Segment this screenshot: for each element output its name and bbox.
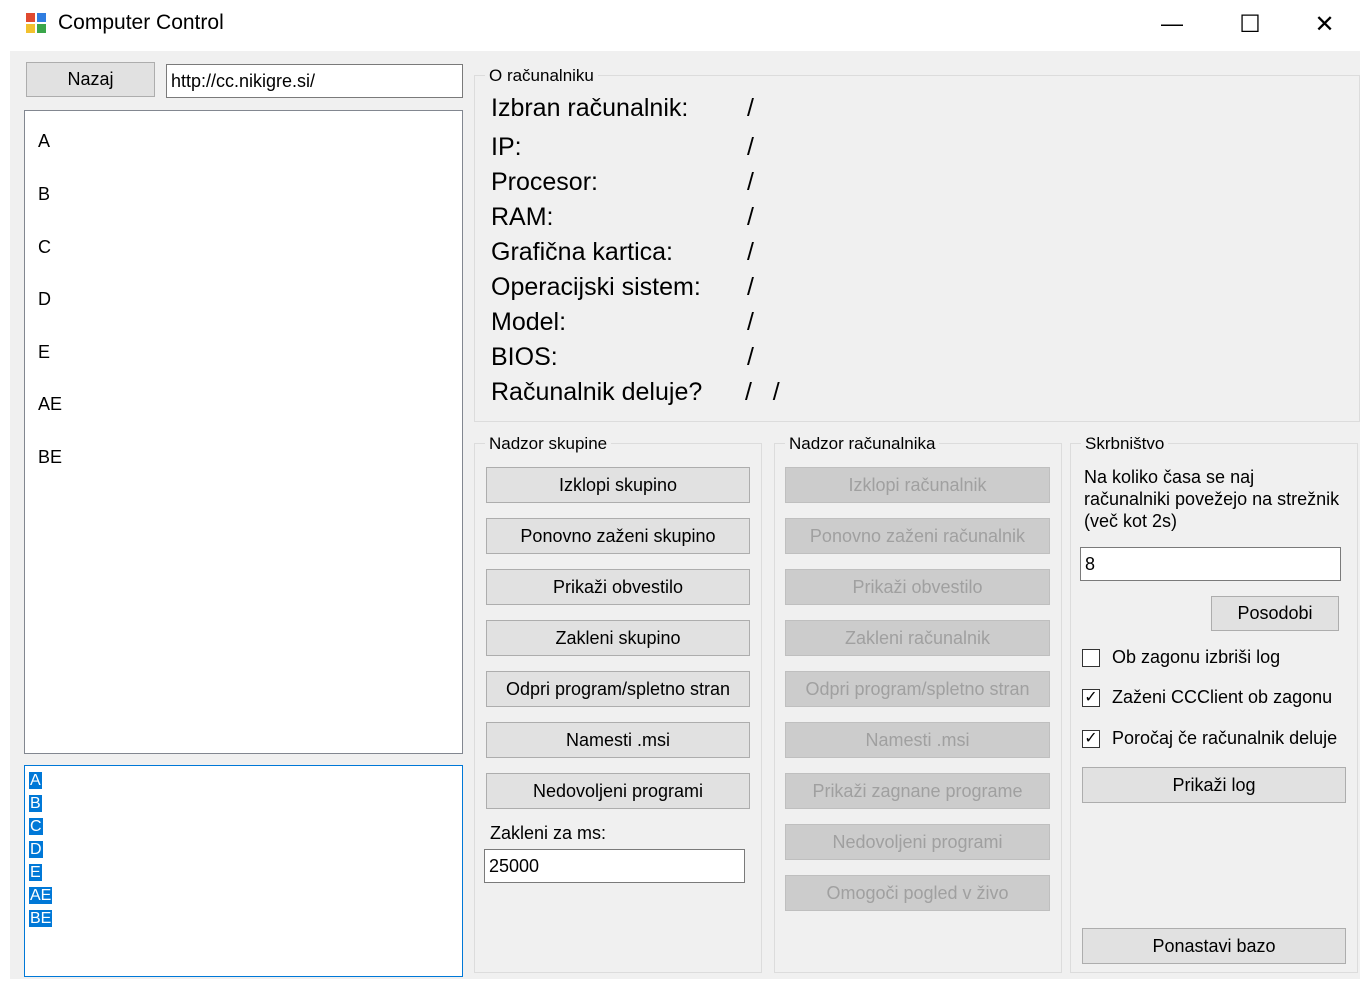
lock-computer-button[interactable]: Zakleni računalnik	[785, 620, 1050, 656]
selected-computer-value: /	[747, 94, 754, 122]
selected-list-item[interactable]: AE	[29, 887, 53, 904]
checkbox-report-status[interactable]: ✓ Poročaj če računalnik deluje	[1082, 728, 1337, 749]
interval-label: Na koliko časa se naj računalniki poveže…	[1084, 467, 1340, 531]
show-running-programs-button[interactable]: Prikaži zagnane programe	[785, 773, 1050, 809]
selected-computers-list[interactable]: A B C D E AE BE	[24, 765, 463, 977]
window-title: Computer Control	[58, 11, 224, 34]
back-button[interactable]: Nazaj	[26, 62, 155, 97]
checkbox-clear-log[interactable]: Ob zagonu izbriši log	[1082, 647, 1280, 668]
selected-list-item[interactable]: A	[29, 772, 42, 789]
list-item[interactable]: BE	[38, 447, 62, 468]
model-label: Model:	[491, 308, 567, 336]
computer-open-program-button[interactable]: Odpri program/spletno stran	[785, 671, 1050, 707]
bios-label: BIOS:	[491, 343, 558, 371]
computer-install-msi-button[interactable]: Namesti .msi	[785, 722, 1050, 758]
checkbox-icon[interactable]: ✓	[1082, 729, 1100, 748]
computer-running-value: / /	[745, 378, 780, 406]
lock-ms-field[interactable]: 25000	[484, 849, 745, 883]
os-label: Operacijski sistem:	[491, 273, 701, 301]
computer-list[interactable]: A B C D E AE BE	[24, 110, 463, 754]
list-item[interactable]: C	[38, 237, 51, 258]
selected-list-item[interactable]: BE	[29, 910, 53, 927]
shutdown-computer-button[interactable]: Izklopi računalnik	[785, 467, 1050, 503]
ip-label: IP:	[491, 133, 522, 161]
group-install-msi-button[interactable]: Namesti .msi	[486, 722, 750, 758]
computer-forbidden-programs-button[interactable]: Nedovoljeni programi	[785, 824, 1050, 860]
checkmark-icon: ✓	[1084, 729, 1098, 747]
checkbox-icon[interactable]: ✓	[1082, 688, 1100, 707]
checkbox-icon[interactable]	[1082, 648, 1100, 667]
model-value: /	[747, 308, 754, 336]
checkbox-label: Poročaj če računalnik deluje	[1112, 728, 1338, 748]
group-forbidden-programs-button[interactable]: Nedovoljeni programi	[486, 773, 750, 809]
app-icon	[26, 13, 46, 33]
lock-ms-label: Zakleni za ms:	[490, 823, 607, 843]
selected-computer-label: Izbran računalnik:	[491, 94, 689, 122]
title-bar: Computer Control — ☐ ✕	[0, 0, 1360, 48]
reset-database-button[interactable]: Ponastavi bazo	[1082, 928, 1346, 964]
group-open-program-button[interactable]: Odpri program/spletno stran	[486, 671, 750, 707]
processor-value: /	[747, 168, 754, 196]
gpu-label: Grafična kartica:	[491, 238, 674, 266]
list-item[interactable]: B	[38, 184, 50, 205]
group-control-title: Nadzor skupine	[485, 434, 612, 454]
group-show-notice-button[interactable]: Prikaži obvestilo	[486, 569, 750, 605]
restart-computer-button[interactable]: Ponovno zaženi računalnik	[785, 518, 1050, 554]
enable-live-view-button[interactable]: Omogoči pogled v živo	[785, 875, 1050, 911]
maximize-icon: ☐	[1239, 10, 1261, 38]
list-item[interactable]: D	[38, 289, 51, 310]
minimize-icon: —	[1161, 11, 1183, 36]
close-icon: ✕	[1314, 10, 1335, 38]
ram-value: /	[747, 203, 754, 231]
computer-show-notice-button[interactable]: Prikaži obvestilo	[785, 569, 1050, 605]
update-button[interactable]: Posodobi	[1211, 596, 1339, 631]
close-button[interactable]: ✕	[1289, 0, 1360, 48]
ip-value: /	[747, 133, 754, 161]
checkmark-icon: ✓	[1084, 688, 1098, 706]
checkbox-label: Ob zagonu izbriši log	[1112, 647, 1281, 667]
selected-list-item[interactable]: C	[29, 818, 43, 835]
restart-group-button[interactable]: Ponovno zaženi skupino	[486, 518, 750, 554]
about-group-title: O računalniku	[485, 66, 598, 86]
shutdown-group-button[interactable]: Izklopi skupino	[486, 467, 750, 503]
list-item[interactable]: AE	[38, 394, 62, 415]
processor-label: Procesor:	[491, 168, 598, 196]
list-item[interactable]: E	[38, 342, 50, 363]
admin-title: Skrbništvo	[1081, 434, 1169, 454]
ram-label: RAM:	[491, 203, 554, 231]
computer-running-label: Računalnik deluje?	[491, 378, 703, 406]
checkbox-label: Zaženi CCClient ob zagonu	[1112, 687, 1333, 707]
show-log-button[interactable]: Prikaži log	[1082, 767, 1346, 803]
url-field[interactable]: http://cc.nikigre.si/	[166, 64, 463, 98]
os-value: /	[747, 273, 754, 301]
computer-control-title: Nadzor računalnika	[785, 434, 940, 454]
minimize-button[interactable]: —	[1133, 0, 1211, 48]
about-computer-group: O računalniku Izbran računalnik: / IP: /…	[474, 66, 1360, 422]
selected-list-item[interactable]: B	[29, 795, 42, 812]
selected-list-item[interactable]: D	[29, 841, 43, 858]
gpu-value: /	[747, 238, 754, 266]
list-item[interactable]: A	[38, 131, 50, 152]
interval-field[interactable]: 8	[1080, 547, 1341, 581]
maximize-button[interactable]: ☐	[1211, 0, 1289, 48]
bios-value: /	[747, 343, 754, 371]
lock-group-button[interactable]: Zakleni skupino	[486, 620, 750, 656]
checkbox-autostart-client[interactable]: ✓ Zaženi CCClient ob zagonu	[1082, 687, 1332, 708]
selected-list-item[interactable]: E	[29, 864, 42, 881]
